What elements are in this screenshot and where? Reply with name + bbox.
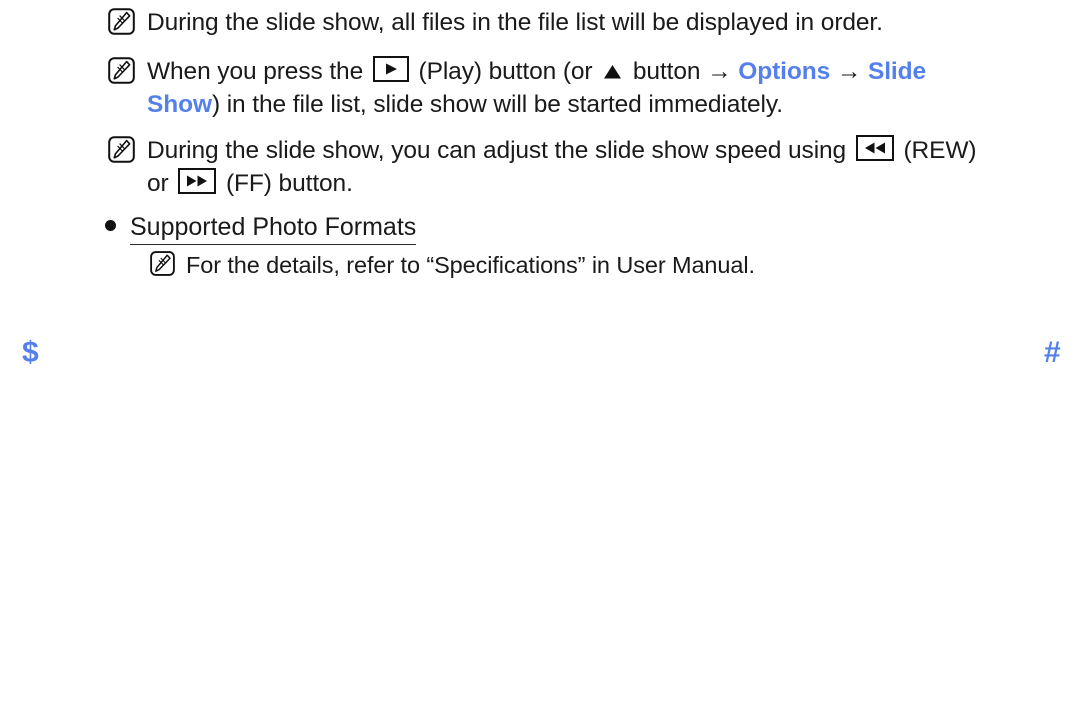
prev-page-marker[interactable]: $ — [22, 338, 39, 368]
note-row-3: During the slide show, you can adjust th… — [108, 134, 1028, 200]
arrow-right-1: → — [707, 58, 732, 85]
note-text-3: During the slide show, you can adjust th… — [147, 134, 977, 200]
note-icon — [150, 251, 175, 276]
triangle-up-icon — [603, 63, 622, 80]
section-heading-row: Supported Photo Formats — [105, 212, 417, 245]
menu-path-options: Options — [738, 58, 831, 85]
note-icon — [108, 8, 135, 35]
note-icon — [108, 136, 135, 163]
note-text-2-tail: ) in the file list, slide show will be s… — [211, 91, 783, 118]
note-text-3-part-a: During the slide show, you can adjust th… — [147, 137, 853, 164]
note-text-2: When you press the (Play) button (or but… — [147, 55, 998, 121]
bullet-dot-icon — [105, 220, 116, 231]
section-heading-label: Supported Photo Formats — [130, 212, 417, 245]
note-text-2-part-b: (Play) button (or — [411, 58, 600, 85]
note-text-2-part-a: When you press the — [147, 58, 370, 85]
note-text-3-part-d: (FF) button. — [219, 170, 353, 197]
rewind-button-icon — [855, 135, 894, 161]
note-text-2-part-c: button — [626, 58, 708, 85]
menu-path-show: Show — [147, 91, 212, 118]
note-text-3-part-b: (REW) — [896, 137, 977, 164]
note-icon — [108, 57, 135, 84]
play-button-icon — [372, 56, 409, 82]
note-row-4: For the details, refer to “Specification… — [150, 249, 755, 282]
manual-page: During the slide show, all files in the … — [0, 0, 1080, 705]
note-row-1: During the slide show, all files in the … — [108, 6, 883, 39]
arrow-right-2: → — [836, 58, 862, 85]
next-page-marker[interactable]: # — [1044, 338, 1061, 368]
fast-forward-button-icon — [178, 168, 217, 194]
note-row-2: When you press the (Play) button (or but… — [108, 55, 998, 121]
note-text-1: During the slide show, all files in the … — [147, 9, 883, 36]
note-text-4: For the details, refer to “Specification… — [186, 252, 755, 278]
menu-path-slide: Slide — [867, 58, 926, 85]
note-text-3-part-c: or — [147, 170, 176, 197]
